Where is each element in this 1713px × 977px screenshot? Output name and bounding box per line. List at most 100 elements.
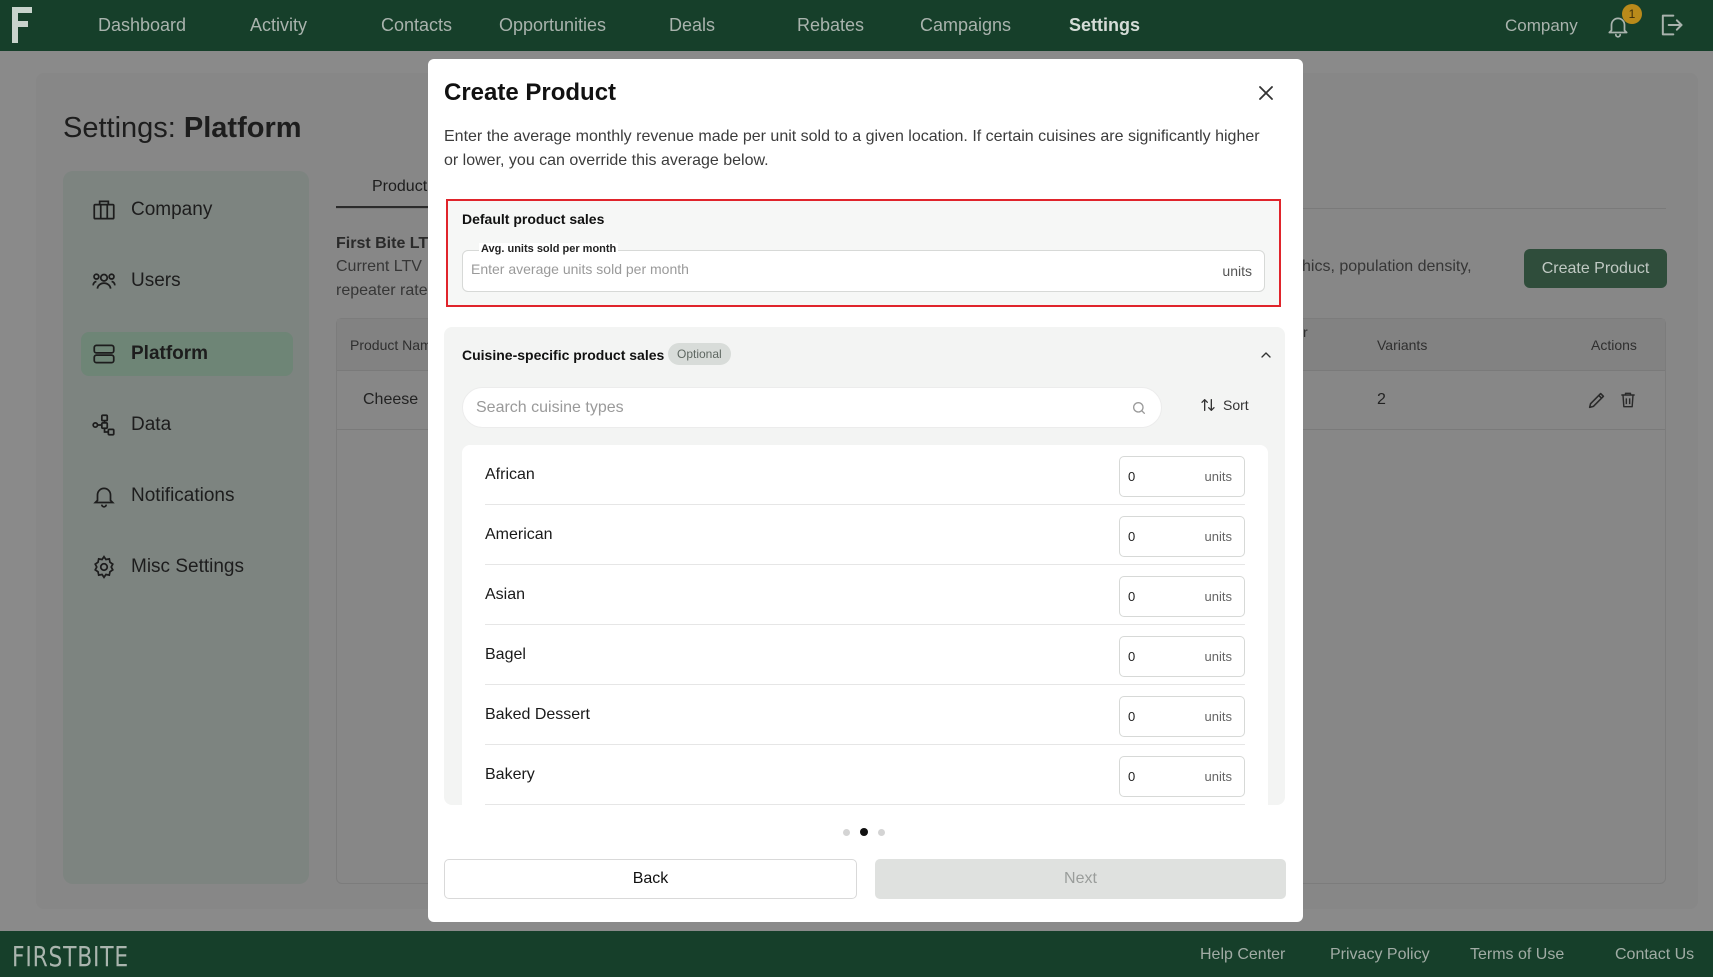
users-icon (92, 273, 116, 289)
cuisine-units-input[interactable] (1128, 709, 1188, 724)
sidebar-item-label: Misc Settings (131, 556, 244, 577)
sidebar-item-notifications[interactable]: Notifications (81, 474, 293, 518)
sidebar-item-company[interactable]: Company (81, 188, 293, 232)
list-item: Baked Dessert units (485, 685, 1245, 745)
footer-logo: FIRSTBITE (12, 940, 129, 973)
cuisine-units-field[interactable]: units (1119, 576, 1245, 617)
nav-settings[interactable]: Settings (1069, 15, 1140, 36)
cuisine-name: Baked Dessert (485, 706, 590, 723)
ltv-description: hics, population density, (1302, 258, 1472, 275)
cuisine-units-field[interactable]: units (1119, 696, 1245, 737)
footer-link-terms-of-use[interactable]: Terms of Use (1470, 946, 1564, 964)
cuisine-units-field[interactable]: units (1119, 756, 1245, 797)
footer: FIRSTBITE Help Center Privacy Policy Ter… (0, 931, 1713, 977)
chevron-up-icon[interactable] (1258, 347, 1274, 363)
search-icon (1133, 402, 1145, 414)
step-dot-current (860, 828, 868, 836)
cuisine-name: African (485, 466, 535, 483)
sidebar-item-label: Platform (131, 343, 209, 364)
cuisine-name: Bagel (485, 646, 526, 663)
ltv-title: First Bite LTV (336, 235, 431, 252)
create-product-button[interactable]: Create Product (1524, 249, 1667, 288)
cuisine-units-input[interactable] (1128, 469, 1188, 484)
list-item: American units (485, 505, 1245, 565)
default-product-sales-section: Default product sales units Avg. units s… (446, 199, 1281, 307)
cuisine-units-input[interactable] (1128, 529, 1188, 544)
list-item: Bakery units (485, 745, 1245, 805)
footer-link-help-center[interactable]: Help Center (1200, 946, 1285, 964)
briefcase-icon (93, 200, 115, 220)
sidebar-item-users[interactable]: Users (81, 259, 293, 303)
sidebar-item-label: Users (131, 270, 181, 291)
nav-dashboard[interactable]: Dashboard (98, 15, 186, 36)
column-header-product-name: Product Nam (350, 337, 432, 353)
cuisine-name: American (485, 526, 553, 543)
company-menu[interactable]: Company (1505, 16, 1578, 36)
logout-icon[interactable] (1657, 11, 1685, 39)
step-indicator (843, 827, 893, 837)
modal-description: Enter the average monthly revenue made p… (444, 128, 1260, 169)
back-button[interactable]: Back (444, 859, 857, 899)
cuisine-search-input[interactable] (476, 399, 1116, 417)
notification-count-badge: 1 (1622, 4, 1642, 24)
tab-products[interactable]: Product (336, 178, 431, 208)
sidebar-item-misc-settings[interactable]: Misc Settings (81, 545, 293, 589)
cuisine-units-input[interactable] (1128, 649, 1188, 664)
cuisine-search-field[interactable] (462, 387, 1162, 428)
list-item: Asian units (485, 565, 1245, 625)
units-suffix: units (1204, 529, 1232, 544)
close-icon[interactable] (1254, 81, 1278, 105)
sidebar-item-label: Notifications (131, 485, 235, 506)
column-header-actions: Actions (1591, 337, 1637, 353)
firstbite-logo-icon[interactable] (12, 7, 34, 43)
units-suffix: units (1204, 709, 1232, 724)
cuisine-units-field[interactable]: units (1119, 516, 1245, 557)
cuisine-units-field[interactable]: units (1119, 456, 1245, 497)
server-icon (93, 344, 115, 364)
column-header-partial: r (1303, 324, 1308, 340)
avg-units-field[interactable]: units (462, 250, 1265, 292)
column-header-variants: Variants (1377, 337, 1428, 353)
data-tree-icon (92, 414, 115, 436)
sidebar-item-data[interactable]: Data (81, 403, 293, 447)
step-dot (878, 829, 885, 836)
cuisine-name: Bakery (485, 766, 535, 783)
nav-opportunities[interactable]: Opportunities (499, 15, 606, 36)
gear-icon (94, 555, 114, 579)
next-button[interactable]: Next (875, 859, 1286, 899)
units-suffix: units (1204, 649, 1232, 664)
footer-link-contact-us[interactable]: Contact Us (1615, 946, 1694, 964)
list-item: Bagel units (485, 625, 1245, 685)
avg-units-input[interactable] (471, 261, 1171, 277)
ltv-repeater-rate: repeater rate (336, 282, 428, 299)
default-sales-label: Default product sales (462, 211, 605, 227)
nav-campaigns[interactable]: Campaigns (920, 15, 1011, 36)
edit-pencil-icon[interactable] (1586, 389, 1608, 411)
nav-contacts[interactable]: Contacts (381, 15, 452, 36)
page-title: Settings: Platform (63, 112, 302, 144)
sidebar-item-label: Company (131, 199, 213, 220)
cuisine-specific-sales-section: Cuisine-specific product sales Optional … (444, 327, 1285, 805)
sidebar-item-platform[interactable]: Platform (81, 332, 293, 376)
nav-activity[interactable]: Activity (250, 15, 307, 36)
trash-icon[interactable] (1618, 389, 1638, 411)
product-name-cell: Cheese (363, 391, 419, 408)
footer-link-privacy-policy[interactable]: Privacy Policy (1330, 946, 1430, 964)
cuisine-sales-title: Cuisine-specific product sales (462, 347, 665, 363)
cuisine-name: Asian (485, 586, 526, 603)
modal-title: Create Product (444, 79, 617, 106)
nav-deals[interactable]: Deals (669, 15, 715, 36)
sort-button[interactable]: Sort (1200, 397, 1249, 413)
units-suffix: units (1204, 769, 1232, 784)
cuisine-units-input[interactable] (1128, 769, 1188, 784)
optional-badge: Optional (668, 343, 731, 365)
avg-units-field-label: Avg. units sold per month (479, 243, 619, 255)
cuisine-units-field[interactable]: units (1119, 636, 1245, 677)
cuisine-list: African units American units Asian units… (462, 445, 1268, 805)
units-suffix: units (1222, 263, 1252, 279)
cuisine-units-input[interactable] (1128, 589, 1188, 604)
bell-icon (93, 487, 115, 508)
units-suffix: units (1204, 469, 1232, 484)
list-item: African units (485, 445, 1245, 505)
nav-rebates[interactable]: Rebates (797, 15, 864, 36)
